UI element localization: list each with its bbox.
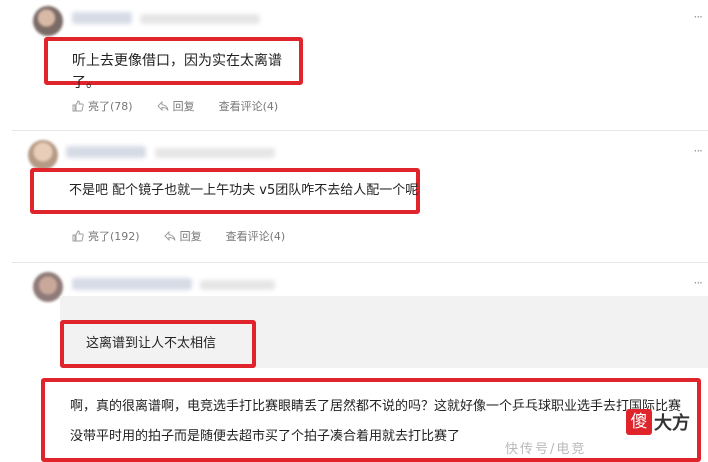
timestamp-blurred <box>200 280 275 290</box>
thumbs-up-icon <box>72 100 84 112</box>
more-options-icon[interactable]: ··· <box>694 10 704 24</box>
separator <box>12 130 708 131</box>
timestamp-blurred <box>140 14 260 24</box>
comment-text: 听上去更像借口，因为实在太离谱了。 <box>72 53 282 91</box>
avatar[interactable] <box>28 140 58 170</box>
separator <box>12 262 708 263</box>
logo-mark: 傻 <box>626 409 652 435</box>
timestamp-blurred <box>155 148 275 158</box>
username-blurred[interactable] <box>72 12 132 24</box>
logo-text: 大方 <box>654 413 690 434</box>
comment-actions: 亮了(192) 回复 查看评论(4) <box>72 228 309 244</box>
like-count-label: 亮了(78) <box>88 100 133 113</box>
avatar[interactable] <box>33 6 63 36</box>
quoted-reply-text: 这离谱到让人不太相信 <box>86 336 217 351</box>
view-replies-link[interactable]: 查看评论(4) <box>226 228 286 244</box>
comment-actions: 亮了(78) 回复 查看评论(4) <box>72 98 302 114</box>
like-button[interactable]: 亮了(78) <box>72 98 133 114</box>
view-replies-link[interactable]: 查看评论(4) <box>219 98 279 114</box>
watermark-logo: 傻 大方 <box>626 409 690 435</box>
like-button[interactable]: 亮了(192) <box>72 228 140 244</box>
like-count-label: 亮了(192) <box>88 230 140 243</box>
reply-button[interactable]: 回复 <box>163 228 202 244</box>
reply-button[interactable]: 回复 <box>156 98 195 114</box>
comment-text: 不是吧 配个镜子也就一上午功夫 v5团队咋不去给人配一个呢 <box>69 183 419 198</box>
reply-label: 回复 <box>179 230 202 243</box>
view-replies-label: 查看评论(4) <box>225 230 286 243</box>
reply-icon <box>163 230 176 242</box>
more-options-icon[interactable]: ··· <box>694 144 704 158</box>
comment-text: 啊，真的很离谱啊，电竞选手打比赛眼睛丢了居然都不说的吗？这就好像一个乒乓球职业选… <box>70 399 682 444</box>
more-options-icon[interactable]: ··· <box>694 276 704 290</box>
reply-icon <box>156 100 169 112</box>
thumbs-up-icon <box>72 230 84 242</box>
view-replies-label: 查看评论(4) <box>218 100 279 113</box>
username-blurred[interactable] <box>66 146 146 158</box>
avatar[interactable] <box>33 272 63 302</box>
reply-label: 回复 <box>172 100 195 113</box>
watermark-text: 快传号/电竞 <box>505 442 587 457</box>
username-blurred[interactable] <box>72 278 192 290</box>
